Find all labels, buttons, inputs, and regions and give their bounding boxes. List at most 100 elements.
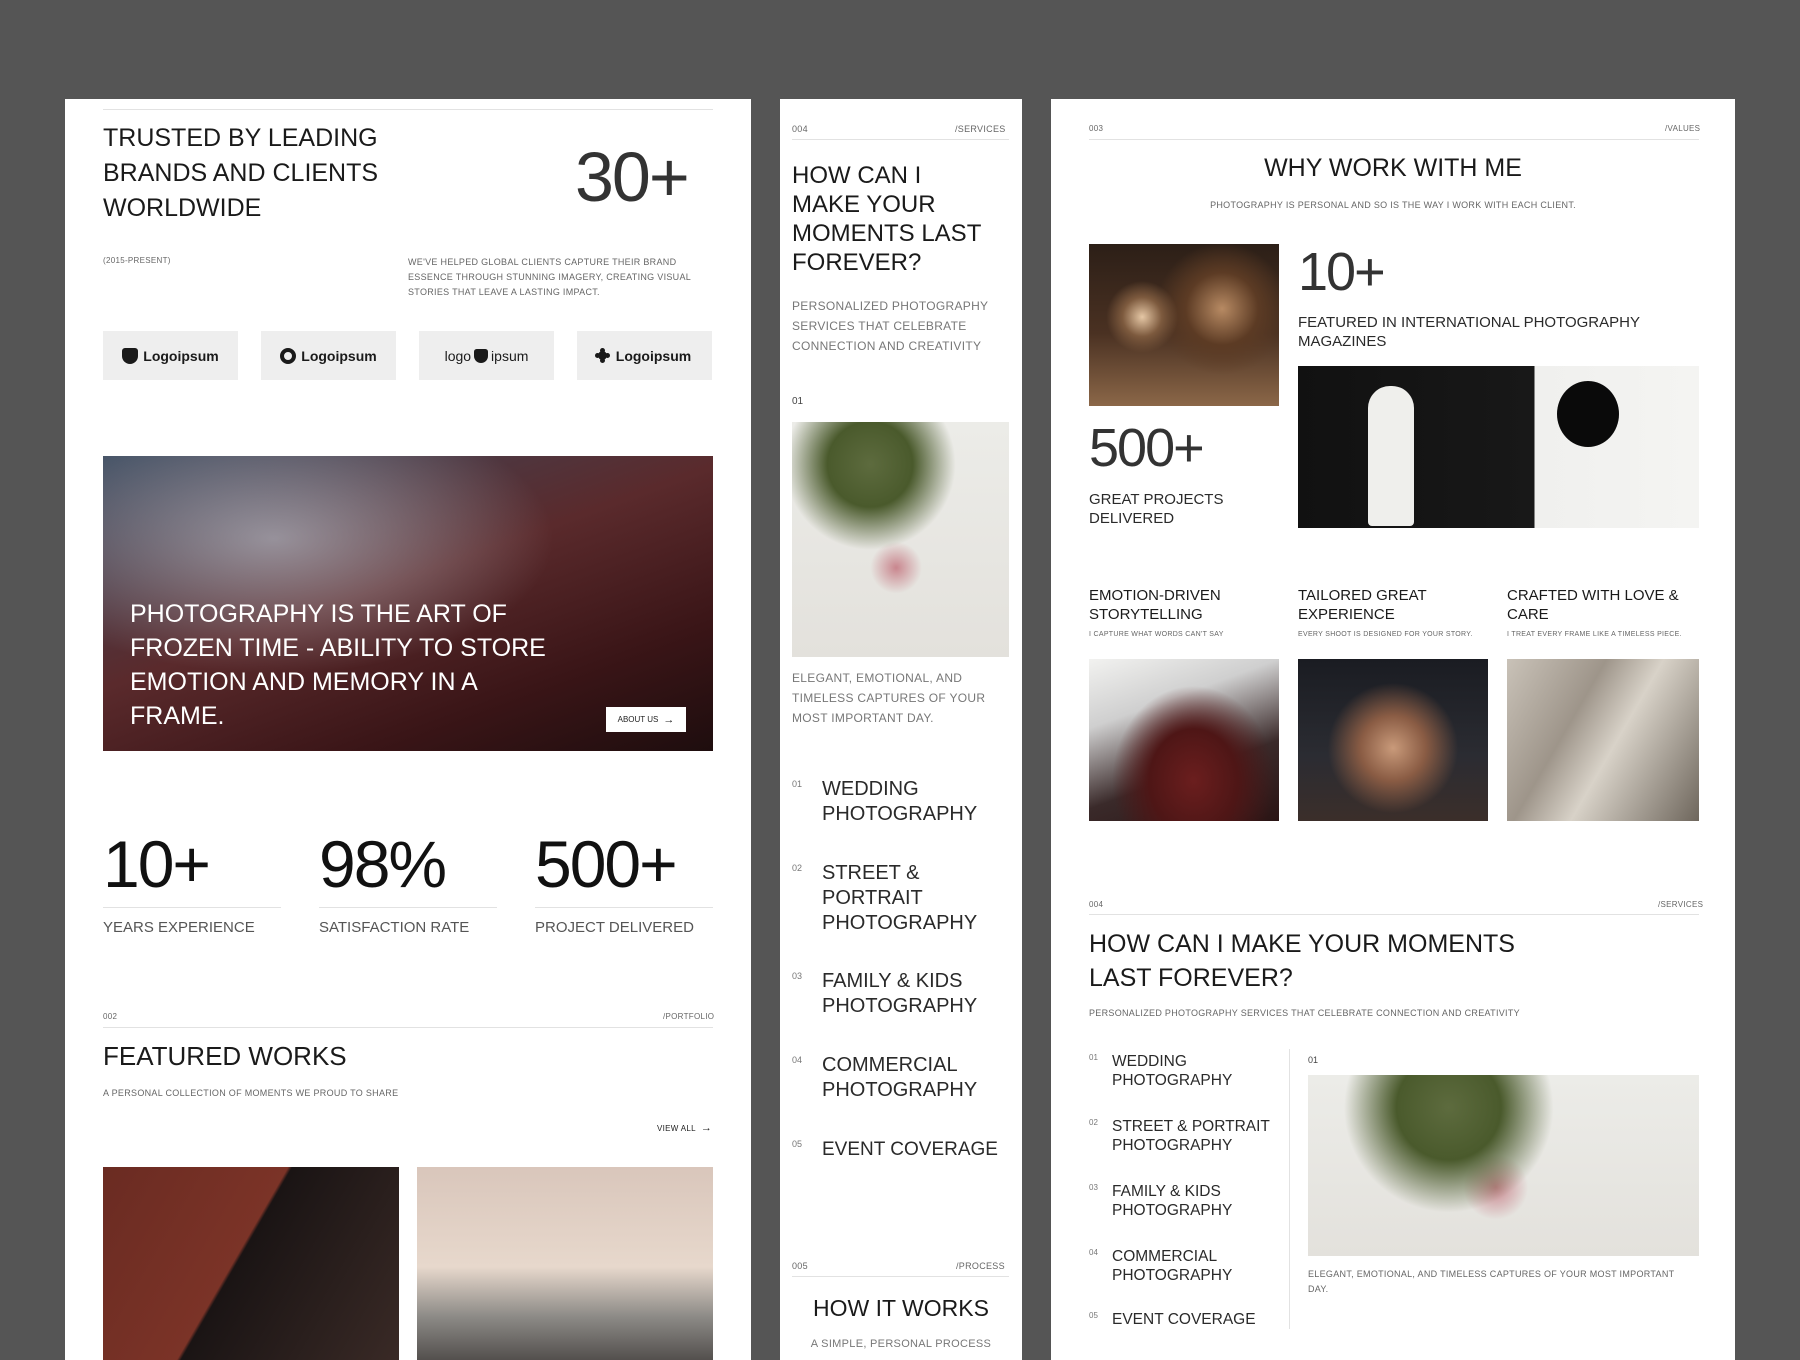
featured-works-subtitle: A PERSONAL COLLECTION OF MOMENTS WE PROU… (103, 1088, 399, 1098)
featured-label-line: FEATURED IN INTERNATIONAL PHOTOGRAPHY (1298, 314, 1640, 331)
portfolio-image-beach-couple[interactable] (417, 1167, 713, 1360)
trusted-description-line: WE'VE HELPED GLOBAL CLIENTS CAPTURE THEI… (408, 257, 677, 267)
stat-value: 98% (319, 827, 447, 901)
trusted-description-line: ESSENCE THROUGH STUNNING IMAGERY, CREATI… (408, 272, 692, 282)
services-subtitle-line: CONNECTION AND CREATIVITY (792, 339, 982, 353)
service-title-line: PHOTOGRAPHY (1112, 1072, 1233, 1089)
value-title-line: EMOTION-DRIVEN (1089, 587, 1221, 604)
service-title-line: STREET & (822, 862, 920, 884)
value-card-emotion: EMOTION-DRIVEN STORYTELLING I CAPTURE WH… (1089, 586, 1279, 638)
service-title: STREET & PORTRAIT PHOTOGRAPHY (822, 861, 977, 936)
service-title-line: STREET & PORTRAIT (1112, 1118, 1270, 1135)
service-title: EVENT COVERAGE (1112, 1310, 1256, 1329)
service-number: 03 (1089, 1183, 1098, 1192)
client-logo: Logoipsum (577, 331, 712, 380)
value-description: I TREAT EVERY FRAME LIKE A TIMELESS PIEC… (1507, 631, 1682, 638)
process-index: 005 (792, 1261, 808, 1271)
values-index: 003 (1089, 124, 1104, 133)
stat-label: YEARS EXPERIENCE (103, 919, 255, 936)
glitter-face-image (1298, 659, 1488, 821)
bride-bouquet-image (792, 422, 1009, 657)
value-title: CRAFTED WITH LOVE & CARE (1507, 586, 1701, 624)
view-all-label: VIEW ALL (657, 1124, 696, 1133)
stat-value: 10+ (103, 827, 211, 901)
client-logo-text: Logoipsum (143, 347, 219, 364)
hero-quote-line: FROZEN TIME - ABILITY TO STORE (130, 634, 546, 662)
divider (792, 139, 1009, 140)
featured-label: FEATURED IN INTERNATIONAL PHOTOGRAPHY MA… (1298, 313, 1640, 351)
vintage-camera-image (1089, 244, 1279, 406)
stat-label: SATISFACTION RATE (319, 919, 470, 936)
divider (535, 907, 713, 908)
service-title-line: PHOTOGRAPHY (822, 803, 978, 825)
image-caption-line: ELEGANT, EMOTIONAL, AND (792, 671, 963, 685)
value-title-line: EXPERIENCE (1298, 606, 1395, 623)
services-index: 004 (792, 124, 808, 134)
services-heading-line: FOREVER? (792, 249, 922, 276)
value-description: I CAPTURE WHAT WORDS CAN'T SAY (1089, 631, 1224, 638)
how-it-works-title: HOW IT WORKS (813, 1295, 989, 1321)
featured-count: 10+ (1298, 242, 1386, 302)
image-index: 01 (792, 396, 804, 407)
featured-works-title: FEATURED WORKS (103, 1041, 347, 1071)
client-logo-text: Logoipsum (615, 347, 692, 364)
portfolio-tag: /PORTFOLIO (663, 1012, 715, 1021)
service-title-line: COMMERCIAL (1112, 1248, 1218, 1265)
trusted-description-line: STORIES THAT LEAVE A LASTING IMPACT. (408, 287, 600, 297)
value-title-line: TAILORED GREAT (1298, 587, 1427, 604)
value-card-tailored: TAILORED GREAT EXPERIENCE EVERY SHOOT IS… (1298, 586, 1488, 638)
view-all-link[interactable]: VIEW ALL → (657, 1122, 712, 1134)
services-heading-line: HOW CAN I (792, 162, 922, 189)
trusted-heading-line: WORLDWIDE (103, 194, 262, 222)
image-index: 01 (1308, 1055, 1319, 1065)
stat-label: PROJECT DELIVERED (535, 919, 694, 936)
shield-logo-icon (474, 348, 489, 363)
service-title-line: PORTRAIT (822, 887, 923, 909)
service-title: STREET & PORTRAIT PHOTOGRAPHY (1112, 1117, 1270, 1155)
divider (792, 1276, 1009, 1277)
service-number: 03 (792, 971, 803, 981)
service-number: 05 (792, 1139, 803, 1149)
service-title-line: PHOTOGRAPHY (822, 995, 978, 1017)
service-title: COMMERCIAL PHOTOGRAPHY (1112, 1247, 1232, 1285)
services-index: 004 (1089, 900, 1104, 909)
service-title: EVENT COVERAGE (822, 1137, 998, 1162)
value-title: TAILORED GREAT EXPERIENCE (1298, 586, 1488, 624)
service-number: 02 (1089, 1118, 1098, 1127)
hero-quote: PHOTOGRAPHY IS THE ART OF FROZEN TIME - … (130, 597, 546, 733)
stat-projects: 500+ PROJECT DELIVERED (535, 826, 715, 936)
services-tag: /SERVICES (955, 124, 1006, 134)
flower-logo-icon (597, 351, 607, 360)
service-title: COMMERCIAL PHOTOGRAPHY (822, 1053, 977, 1103)
projects-count: 500+ (1089, 418, 1205, 478)
clients-count: 30+ (575, 138, 690, 216)
trusted-heading: TRUSTED BY LEADING BRANDS AND CLIENTS WO… (103, 121, 378, 226)
services-subtitle-line: SERVICES THAT CELEBRATE (792, 319, 967, 333)
projects-label: GREAT PROJECTS DELIVERED (1089, 490, 1223, 528)
value-title-line: CRAFTED WITH LOVE & (1507, 587, 1679, 604)
concrete-arch-image (1507, 659, 1699, 821)
value-title-line: STORYTELLING (1089, 606, 1203, 623)
panel-values-services: 003 /VALUES WHY WORK WITH ME PHOTOGRAPHY… (1051, 99, 1735, 1360)
service-title-line: EVENT COVERAGE (822, 1139, 998, 1160)
process-tag: /PROCESS (956, 1261, 1005, 1271)
divider (319, 907, 497, 908)
stat-years: 10+ YEARS EXPERIENCE (103, 826, 283, 936)
featured-label-line: MAGAZINES (1298, 333, 1387, 350)
client-logo: Logoipsum (261, 331, 396, 380)
ring-logo-icon (280, 347, 297, 364)
portfolio-image-street[interactable] (103, 1167, 399, 1360)
service-number: 04 (792, 1055, 803, 1065)
values-tag: /VALUES (1665, 124, 1701, 133)
service-title-line: PHOTOGRAPHY (1112, 1267, 1233, 1284)
red-turtleneck-image (1089, 659, 1279, 821)
services-heading: HOW CAN I MAKE YOUR MOMENTS LAST FOREVER… (792, 161, 981, 277)
client-logo-text: Logoipsum (301, 347, 377, 364)
service-number: 02 (792, 863, 803, 873)
hat-shape (1557, 381, 1619, 447)
about-us-button[interactable]: ABOUT US → (606, 707, 686, 732)
stat-value: 500+ (535, 827, 678, 901)
about-us-label: ABOUT US (617, 715, 659, 724)
client-logo: logo ipsum (419, 331, 554, 380)
bride-bouquet-image (1308, 1075, 1699, 1256)
